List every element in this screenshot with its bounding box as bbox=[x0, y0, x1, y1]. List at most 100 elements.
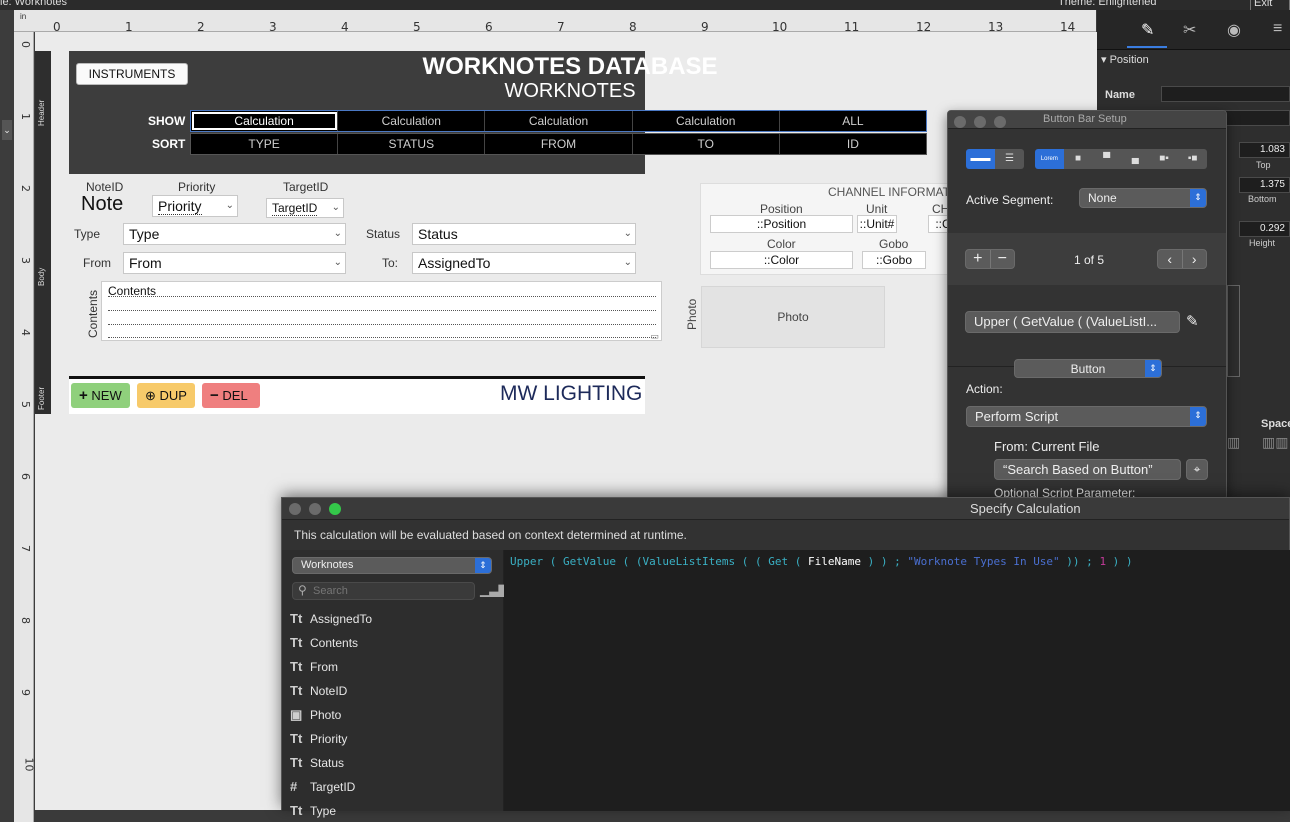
zoom-icon[interactable] bbox=[994, 116, 1006, 128]
field-item[interactable]: # TargetID bbox=[290, 779, 355, 794]
scroll-handle-icon[interactable]: ▭ bbox=[650, 331, 659, 342]
instruments-button[interactable]: INSTRUMENTS bbox=[76, 63, 188, 85]
sort-type-button[interactable]: TYPE bbox=[191, 134, 339, 154]
show-segment-all[interactable]: ALL bbox=[780, 111, 926, 131]
part-tab-body[interactable]: Body bbox=[35, 174, 51, 376]
zoom-icon[interactable] bbox=[329, 503, 341, 515]
ruler-chevron-icon[interactable]: ⌄ bbox=[2, 120, 12, 140]
calculation-editor[interactable]: Upper ( GetValue ( (ValueListItems ( ( G… bbox=[504, 550, 1290, 811]
exit-layout-button[interactable]: Exit La bbox=[1250, 0, 1290, 10]
active-tab-indicator bbox=[1127, 46, 1167, 48]
field-item[interactable]: ▣ Photo bbox=[290, 707, 341, 723]
new-record-button[interactable]: + NEW bbox=[71, 383, 130, 408]
pencil-icon[interactable]: ✎ bbox=[1186, 312, 1199, 330]
show-segment-1[interactable]: Calculation bbox=[191, 111, 339, 131]
show-segment-4[interactable]: Calculation bbox=[633, 111, 780, 131]
segment-calculation-field[interactable]: Upper ( GetValue ( (ValueListI... bbox=[965, 311, 1180, 333]
position-field[interactable]: ::Position bbox=[710, 215, 853, 233]
close-icon[interactable] bbox=[954, 116, 966, 128]
icon-bottom-icon[interactable]: ▄ bbox=[1121, 149, 1150, 169]
priority-value: Priority bbox=[158, 198, 202, 215]
status-field[interactable]: Status ⌄ bbox=[412, 223, 636, 245]
data-tab-icon[interactable]: ≡ bbox=[1273, 20, 1282, 38]
appearance-tab-icon[interactable]: ◉ bbox=[1227, 20, 1241, 40]
sort-from-button[interactable]: FROM bbox=[485, 134, 633, 154]
segment-add-remove[interactable]: + − bbox=[965, 249, 1015, 269]
name-input[interactable] bbox=[1161, 86, 1290, 102]
field-item[interactable]: Tt Status bbox=[290, 755, 344, 770]
text-line bbox=[108, 296, 656, 297]
from-value: From bbox=[129, 255, 162, 271]
bottom-input[interactable]: 1.375 bbox=[1239, 177, 1290, 193]
part-tab-footer[interactable]: Footer bbox=[35, 376, 51, 414]
photo-container[interactable]: Photo bbox=[701, 286, 885, 348]
action-select[interactable]: Perform Script ⇕ bbox=[966, 406, 1207, 427]
height-input[interactable]: 0.292 bbox=[1239, 221, 1290, 237]
segment-nav[interactable]: ‹ › bbox=[1157, 249, 1207, 269]
label-only-icon[interactable]: Lorem bbox=[1035, 149, 1064, 169]
icon-top-icon[interactable]: ▀ bbox=[1092, 149, 1122, 169]
field-item[interactable]: Tt Type bbox=[290, 803, 336, 818]
field-name: Priority bbox=[310, 732, 348, 746]
icon-position-toggle[interactable]: Lorem ■ ▀ ▄ ■▪ ▪■ bbox=[1035, 149, 1207, 169]
script-picker-icon[interactable]: ⌖ bbox=[1186, 459, 1208, 480]
field-item[interactable]: Tt From bbox=[290, 659, 338, 674]
styles-tab-icon[interactable]: ✂ bbox=[1183, 20, 1196, 40]
minimize-icon[interactable] bbox=[974, 116, 986, 128]
field-item[interactable]: Tt Contents bbox=[290, 635, 358, 650]
align-icon[interactable]: ▥ bbox=[1227, 434, 1240, 451]
text-line bbox=[108, 324, 656, 325]
field-search-box[interactable]: ⚲ bbox=[292, 582, 475, 600]
space-icon[interactable]: ▥▥ bbox=[1262, 434, 1288, 451]
note-field[interactable]: Note bbox=[81, 193, 123, 216]
horizontal-icon[interactable]: ▬▬ bbox=[966, 149, 995, 169]
field-item[interactable]: Tt AssignedTo bbox=[290, 611, 372, 626]
database-subtitle: WORKNOTES bbox=[504, 80, 636, 102]
assignedto-field[interactable]: AssignedTo ⌄ bbox=[412, 252, 636, 274]
unit-field[interactable]: ::Unit# bbox=[857, 215, 897, 233]
vertical-icon[interactable]: ☰ bbox=[995, 149, 1024, 169]
field-item[interactable]: Tt Priority bbox=[290, 731, 347, 746]
close-icon[interactable] bbox=[289, 503, 301, 515]
part-label: Header bbox=[37, 99, 46, 126]
type-field[interactable]: Type ⌄ bbox=[123, 223, 346, 245]
sort-button-bar[interactable]: TYPE STATUS FROM TO ID bbox=[190, 133, 927, 155]
minimize-icon[interactable] bbox=[309, 503, 321, 515]
show-segment-3[interactable]: Calculation bbox=[485, 111, 633, 131]
autosize-box[interactable] bbox=[1227, 285, 1240, 377]
icon-left-icon[interactable]: ■▪ bbox=[1149, 149, 1179, 169]
chevron-right-icon[interactable]: › bbox=[1183, 250, 1207, 268]
icon-right-icon[interactable]: ▪■ bbox=[1178, 149, 1207, 169]
button-bar-setup-dialog: Button Bar Setup ▬▬ ☰ Lorem ■ ▀ ▄ ■▪ ▪■ … bbox=[947, 110, 1227, 500]
icon-only-icon[interactable]: ■ bbox=[1063, 149, 1093, 169]
sort-status-button[interactable]: STATUS bbox=[338, 134, 486, 154]
field-item[interactable]: Tt NoteID bbox=[290, 683, 347, 698]
orientation-toggle[interactable]: ▬▬ ☰ bbox=[966, 149, 1024, 169]
plus-icon[interactable]: + bbox=[966, 250, 991, 268]
button-type-select[interactable]: Button ⇕ bbox=[1014, 359, 1162, 378]
targetid-field[interactable]: TargetID ⌄ bbox=[266, 198, 344, 218]
contents-field[interactable]: Contents ▭ bbox=[101, 281, 662, 341]
top-input[interactable]: 1.083 bbox=[1239, 142, 1290, 158]
priority-field[interactable]: Priority ⌄ bbox=[152, 195, 238, 217]
position-section[interactable]: ▾ Position bbox=[1101, 53, 1149, 66]
show-segment-2[interactable]: Calculation bbox=[338, 111, 486, 131]
chevron-left-icon[interactable]: ‹ bbox=[1158, 250, 1183, 268]
part-tab-header[interactable]: Header bbox=[35, 51, 51, 174]
action-value: Perform Script bbox=[975, 409, 1059, 424]
minus-icon[interactable]: − bbox=[991, 250, 1015, 268]
gobo-field[interactable]: ::Gobo bbox=[862, 251, 926, 269]
duplicate-record-button[interactable]: ⊕ DUP bbox=[137, 383, 195, 408]
search-input[interactable] bbox=[313, 584, 471, 598]
table-select[interactable]: Worknotes ⇕ bbox=[292, 557, 492, 574]
sort-to-button[interactable]: TO bbox=[633, 134, 780, 154]
position-tab-icon[interactable]: ✎ bbox=[1141, 20, 1154, 40]
script-name-field[interactable]: “Search Based on Button” bbox=[994, 459, 1181, 480]
show-button-bar[interactable]: Calculation Calculation Calculation Calc… bbox=[190, 110, 927, 132]
sort-id-button[interactable]: ID bbox=[780, 134, 926, 154]
from-field[interactable]: From ⌄ bbox=[123, 252, 346, 274]
v-tick: 3 bbox=[19, 257, 32, 264]
active-segment-select[interactable]: None ⇕ bbox=[1079, 188, 1207, 208]
color-field[interactable]: ::Color bbox=[710, 251, 853, 269]
delete-record-button[interactable]: − DEL bbox=[202, 383, 260, 408]
